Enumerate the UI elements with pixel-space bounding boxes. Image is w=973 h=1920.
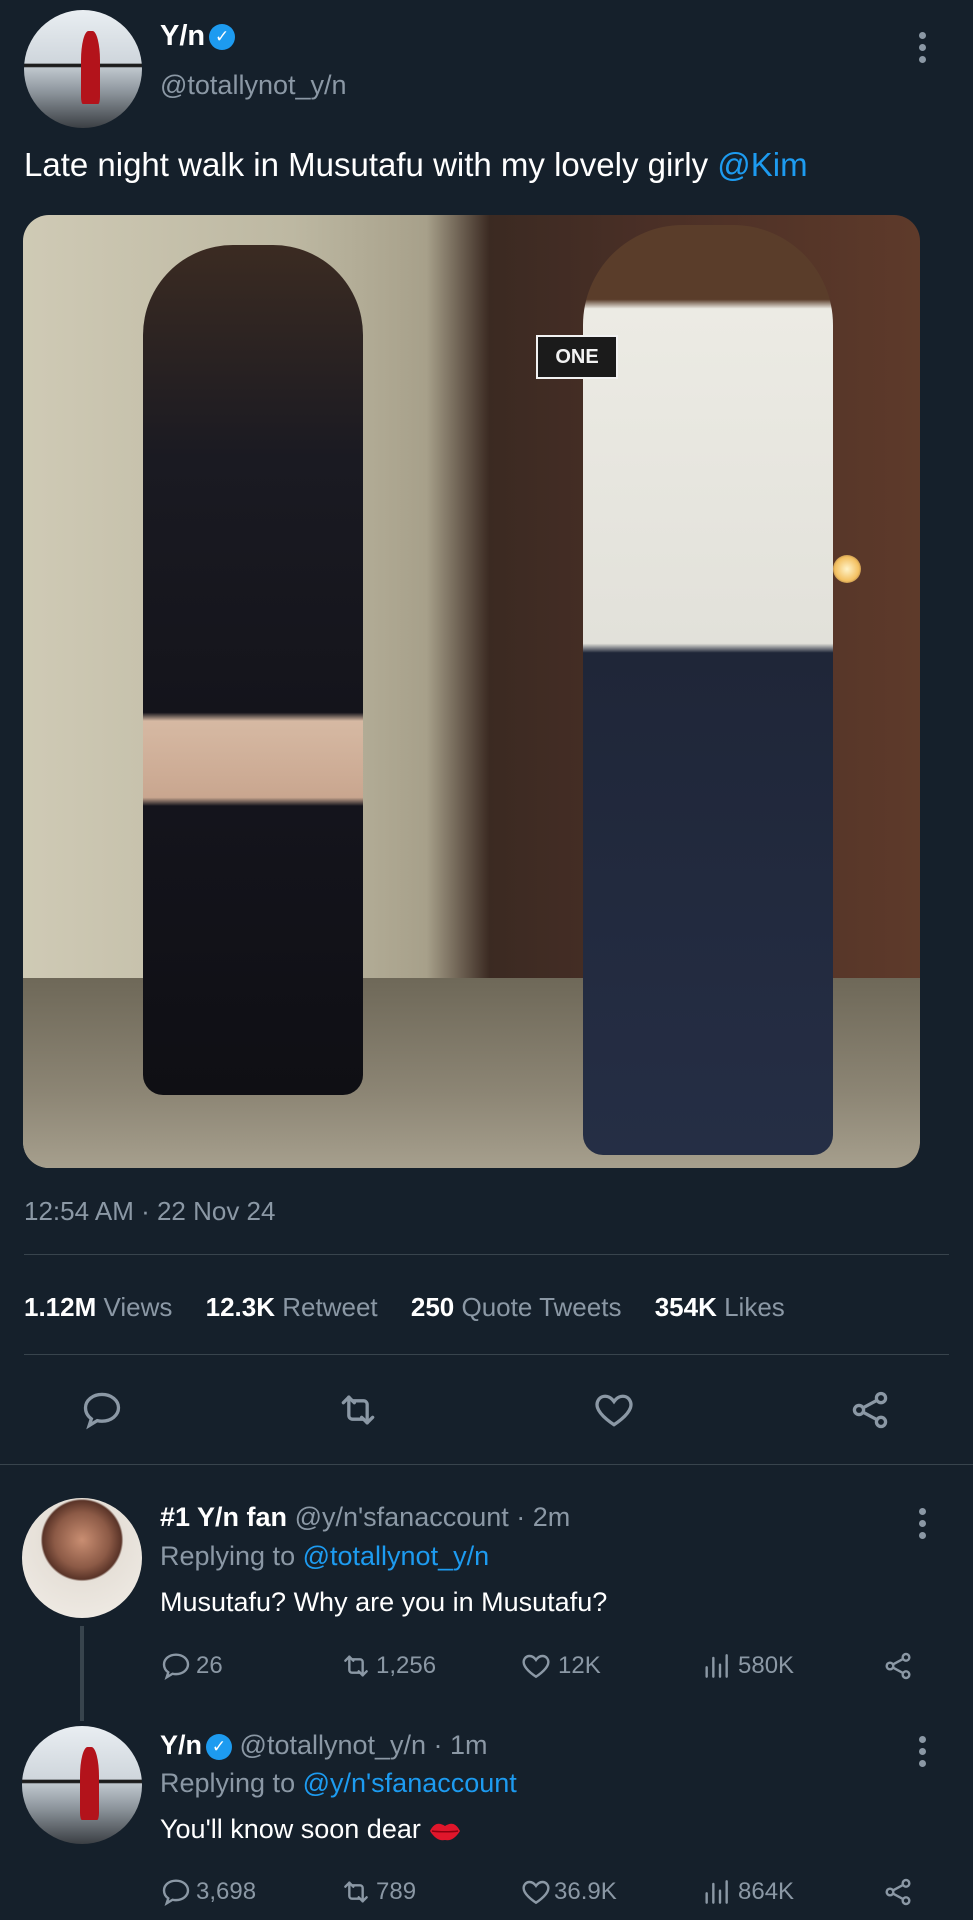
photo-person-right (583, 225, 833, 1155)
like-icon[interactable] (592, 1388, 636, 1437)
author-handle[interactable]: @totallynot_y/n (160, 70, 347, 101)
reply-icon (162, 1879, 190, 1907)
views-icon (705, 1654, 728, 1678)
tweet-text: Late night walk in Musutafu with my love… (24, 146, 808, 184)
share-icon[interactable] (848, 1388, 892, 1437)
avatar-figure (80, 31, 100, 105)
views-count-button[interactable]: 580K (700, 1650, 794, 1682)
kiss-lips-icon (430, 1823, 461, 1841)
thread-connector-line (80, 1626, 84, 1721)
more-options-icon[interactable] (919, 1736, 927, 1772)
photo-street-lamp (833, 555, 861, 583)
more-options-icon[interactable] (919, 1508, 927, 1544)
reply-header: #1 Y/n fan @y/n'sfanaccount · 2m (160, 1502, 570, 1533)
retweet-icon[interactable] (336, 1388, 380, 1437)
author-avatar[interactable] (24, 10, 142, 128)
replying-to-line: Replying to @y/n'sfanaccount (160, 1768, 517, 1798)
reply-author-name[interactable]: Y/n (160, 1730, 202, 1760)
like-icon (522, 1654, 550, 1679)
replying-to-link[interactable]: @y/n'sfanaccount (303, 1768, 517, 1798)
reply-avatar[interactable] (22, 1498, 142, 1618)
tweet-text-body: Late night walk in Musutafu with my love… (24, 146, 718, 183)
avatar-figure (79, 1747, 99, 1821)
views-count-button[interactable]: 864K (700, 1876, 794, 1908)
replying-to-link[interactable]: @totallynot_y/n (303, 1541, 490, 1571)
author-name[interactable]: Y/n (160, 20, 205, 52)
like-count-button[interactable]: 36.9K (520, 1876, 617, 1908)
reply-text: Musutafu? Why are you in Musutafu? (160, 1587, 608, 1617)
divider (0, 1464, 973, 1465)
likes-stat[interactable]: 354K Likes (655, 1292, 785, 1322)
reply-icon (162, 1653, 190, 1681)
verified-badge-icon: ✓ (206, 1733, 233, 1760)
reply-count-button[interactable]: 3,698 (160, 1876, 256, 1908)
replying-to-line: Replying to @totallynot_y/n (160, 1541, 490, 1571)
more-options-icon[interactable] (919, 32, 927, 68)
retweet-icon (344, 1655, 368, 1677)
like-count-button[interactable]: 12K (520, 1650, 601, 1682)
tweet-photo[interactable]: ONE (23, 215, 920, 1168)
verified-badge-icon: ✓ (209, 24, 236, 51)
divider (24, 1254, 949, 1255)
retweet-icon (344, 1881, 368, 1903)
like-icon (522, 1880, 550, 1905)
views-icon (705, 1880, 728, 1904)
photo-one-way-sign: ONE (536, 335, 618, 379)
reply-count-button[interactable]: 26 (160, 1650, 223, 1682)
reply-avatar[interactable] (22, 1726, 142, 1844)
views-stat[interactable]: 1.12M Views (24, 1292, 172, 1322)
quote-tweets-stat[interactable]: 250 Quote Tweets (411, 1292, 622, 1322)
divider (24, 1354, 949, 1355)
reply-text: You'll know soon dear (160, 1814, 462, 1845)
mention-link[interactable]: @Kim (717, 146, 807, 183)
reply-handle-time[interactable]: @y/n'sfanaccount · 2m (295, 1502, 571, 1532)
author-name-row[interactable]: Y/n ✓ (160, 20, 236, 53)
retweet-count-button[interactable]: 1,256 (340, 1650, 436, 1682)
tweet-timestamp[interactable]: 12:54 AM · 22 Nov 24 (24, 1196, 275, 1227)
reply-header: Y/n ✓ @totallynot_y/n · 1m (160, 1730, 488, 1761)
retweet-count-button[interactable]: 789 (340, 1876, 416, 1908)
share-icon[interactable] (882, 1876, 914, 1913)
photo-person-left (143, 245, 363, 1095)
reply-handle-time[interactable]: @totallynot_y/n · 1m (240, 1730, 488, 1760)
share-icon[interactable] (882, 1650, 914, 1687)
reply-icon[interactable] (80, 1388, 124, 1437)
retweets-stat[interactable]: 12.3K Retweet (206, 1292, 378, 1322)
reply-author-name[interactable]: #1 Y/n fan (160, 1502, 287, 1532)
stats-row: 1.12M Views 12.3K Retweet 250 Quote Twee… (24, 1292, 785, 1323)
